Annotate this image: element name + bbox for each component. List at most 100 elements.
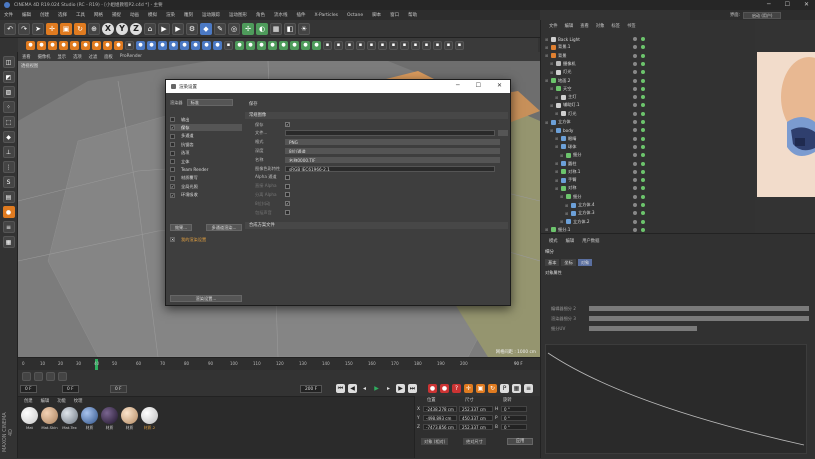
enabled-check[interactable] xyxy=(641,95,645,100)
tool-icon[interactable]: ▪ xyxy=(334,40,343,50)
close-icon[interactable]: ✕ xyxy=(804,1,809,8)
enabled-check[interactable] xyxy=(641,219,645,224)
object-row[interactable]: ⊞ 圆柱 xyxy=(541,160,756,168)
object-row[interactable]: ⊞ 球体 xyxy=(541,143,756,151)
dialog-close-icon[interactable]: ✕ xyxy=(497,82,502,89)
tab-basic[interactable]: 基本 xyxy=(545,259,560,266)
tool-icon[interactable]: ● xyxy=(257,40,266,50)
menu-item[interactable]: 运动图形 xyxy=(229,12,247,18)
object-row[interactable]: ⊞ 背景 xyxy=(541,52,756,60)
object-row[interactable]: ⊞ 细分 xyxy=(541,193,756,201)
item-checkbox[interactable] xyxy=(170,133,175,139)
object-row[interactable]: ⊞ 对称.1 xyxy=(541,168,756,176)
tool-icon[interactable]: ● xyxy=(191,40,200,50)
dialog-maximize-icon[interactable]: ☐ xyxy=(476,82,481,89)
enabled-check[interactable] xyxy=(641,45,645,50)
array-icon[interactable]: ✢ xyxy=(242,22,254,35)
minimize-icon[interactable]: ─ xyxy=(767,1,771,8)
layer-icon[interactable]: ≡ xyxy=(2,221,15,233)
menu-item[interactable]: 运动跟踪 xyxy=(202,12,220,18)
floor-icon[interactable]: ▦ xyxy=(270,22,282,35)
tool-icon[interactable]: ▪ xyxy=(444,40,453,50)
position-y-field[interactable]: -498.893 cm xyxy=(423,415,457,421)
preset-item[interactable]: ✕ 我的渲染设置 xyxy=(170,236,242,243)
tool-icon[interactable]: ● xyxy=(81,40,90,50)
object-row[interactable]: ⊞ 辅助灯.1 xyxy=(541,101,756,109)
tool-icon[interactable]: ● xyxy=(290,40,299,50)
subdivide-uv-dropdown[interactable] xyxy=(589,326,697,331)
tool-icon[interactable]: ● xyxy=(213,40,222,50)
render-settings-item[interactable]: 材质覆写 xyxy=(170,175,242,182)
object-row[interactable]: ⊞ 立方体.2 xyxy=(541,218,756,226)
tool-icon[interactable]: ● xyxy=(235,40,244,50)
prev-key-icon[interactable]: ◀ xyxy=(348,384,357,393)
am-menu-item[interactable]: 编辑 xyxy=(566,238,575,244)
param-key-icon[interactable]: P xyxy=(500,384,509,393)
redo-icon[interactable]: ↷ xyxy=(18,22,30,35)
enabled-check[interactable] xyxy=(641,186,645,191)
composite-file-section[interactable]: 合成方案文件 xyxy=(245,222,508,229)
rotation-h-field[interactable]: 0 ° xyxy=(501,406,527,412)
menu-item[interactable]: 文件 xyxy=(4,12,13,18)
viewport-menu-item[interactable]: 摄像机 xyxy=(38,54,51,60)
viewport-menu-item[interactable]: 面板 xyxy=(104,54,113,60)
object-row[interactable]: ⊞ 地面.2 xyxy=(541,77,756,85)
frame-box[interactable]: 0 F xyxy=(110,385,127,393)
setting-checkbox[interactable] xyxy=(285,210,290,215)
multipass-render-button[interactable]: 多通道渲染... xyxy=(206,224,242,231)
pla-key-icon[interactable]: ▦ xyxy=(512,384,521,393)
material-menu-item[interactable]: 纹理 xyxy=(74,398,83,404)
recent-tool-icon[interactable]: ⊕ xyxy=(88,22,100,35)
effect-button[interactable]: 效果... xyxy=(170,224,192,231)
tool-icon[interactable]: ● xyxy=(169,40,178,50)
object-row[interactable]: ⊞ 眼睛 xyxy=(541,135,756,143)
render-settings-item[interactable]: 抗锯齿 xyxy=(170,141,242,148)
current-frame-field[interactable]: 0 F xyxy=(62,385,79,393)
menu-item[interactable]: 动画 xyxy=(130,12,139,18)
setting-checkbox[interactable]: ✓ xyxy=(285,122,290,127)
material-swatch[interactable]: 材质.2 xyxy=(140,407,159,431)
object-row[interactable]: ⊞ 立方体 xyxy=(541,118,756,126)
tool-icon[interactable]: ▪ xyxy=(400,40,409,50)
enabled-check[interactable] xyxy=(641,153,645,158)
tool-icon[interactable]: ● xyxy=(301,40,310,50)
snap-icon[interactable]: S xyxy=(2,176,15,188)
material-swatch[interactable]: Mat.Tex xyxy=(60,407,79,430)
visibility-dot[interactable] xyxy=(633,144,637,149)
enabled-check[interactable] xyxy=(641,86,645,91)
tool-icon[interactable]: ● xyxy=(59,40,68,50)
tool-icon[interactable]: ● xyxy=(92,40,101,50)
menu-item[interactable]: 窗口 xyxy=(390,12,399,18)
setting-dropdown[interactable]: 名称0000.TIF xyxy=(285,156,500,163)
render-subdivision-slider[interactable] xyxy=(589,316,809,321)
setting-checkbox[interactable] xyxy=(285,192,290,198)
regular-image-section[interactable]: 常规图像 xyxy=(245,112,508,119)
menu-item[interactable]: 角色 xyxy=(256,12,265,18)
editor-subdivision-slider[interactable] xyxy=(589,306,809,311)
object-row[interactable]: ⊞ 天空 xyxy=(541,85,756,93)
axis-mode-icon[interactable]: ⊥ xyxy=(2,146,15,158)
keyframe-icon[interactable] xyxy=(34,372,43,381)
tweak-icon[interactable]: ⋮ xyxy=(2,161,15,173)
material-swatch[interactable]: 材质 xyxy=(120,407,139,431)
viewport-menu-item[interactable]: 选项 xyxy=(73,54,82,60)
enabled-check[interactable] xyxy=(641,161,645,166)
keyframe-icon[interactable] xyxy=(22,372,31,381)
frame-start-field[interactable]: 0 F xyxy=(20,385,37,393)
camera-icon[interactable]: ◧ xyxy=(284,22,296,35)
item-checkbox[interactable] xyxy=(170,159,175,164)
om-menu-item[interactable]: 编辑 xyxy=(565,23,574,31)
menu-item[interactable]: Octane xyxy=(347,13,363,18)
enabled-check[interactable] xyxy=(641,136,645,141)
go-to-start-icon[interactable]: ⏮ xyxy=(336,384,345,393)
tool-icon[interactable]: ▪ xyxy=(224,40,233,50)
go-to-end-icon[interactable]: ⏭ xyxy=(408,384,417,393)
pen-icon[interactable]: ✎ xyxy=(214,22,226,35)
material-swatch[interactable]: Mat.Skin xyxy=(40,407,59,430)
item-checkbox[interactable] xyxy=(170,167,175,173)
x-axis-icon[interactable]: X xyxy=(102,22,114,35)
autokey-icon[interactable]: ● xyxy=(440,384,449,393)
play-icon[interactable]: ▶ xyxy=(372,384,381,393)
visibility-dot[interactable] xyxy=(633,178,637,183)
tool-icon[interactable]: ▪ xyxy=(125,40,134,50)
